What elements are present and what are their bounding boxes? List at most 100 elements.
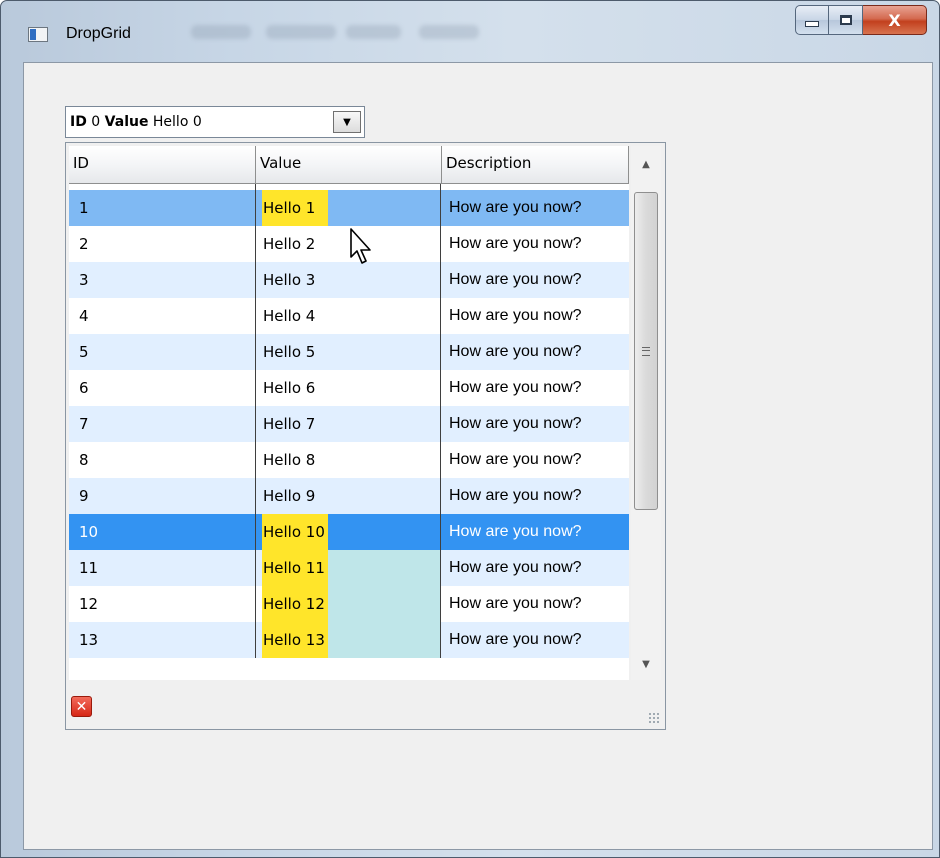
combo-selected-text: ID 0 Value Hello 0	[70, 114, 202, 130]
table-row[interactable]: 10 Hello 10 How are you now?	[69, 514, 629, 550]
combo-id-value: 0	[91, 114, 101, 130]
cell-value[interactable]: Hello 3	[255, 262, 441, 298]
scroll-down-button[interactable]: ▼	[631, 646, 661, 682]
cell-description[interactable]: How are you now?	[441, 406, 629, 442]
title-bar[interactable]: DropGrid X	[1, 1, 939, 61]
table-row[interactable]: 6 Hello 6 How are you now?	[69, 370, 629, 406]
cell-value[interactable]: Hello 10	[255, 514, 441, 550]
maximize-icon	[839, 15, 852, 25]
cell-description[interactable]: How are you now?	[441, 478, 629, 514]
cell-description[interactable]: How are you now?	[441, 370, 629, 406]
cell-value[interactable]: Hello 6	[255, 370, 441, 406]
cell-value[interactable]: Hello 7	[255, 406, 441, 442]
cell-value-text: Hello 8	[263, 451, 316, 469]
table-row[interactable]: 13 Hello 13 How are you now?	[69, 622, 629, 658]
cell-value-text: Hello 12	[263, 595, 325, 613]
cell-value-text: Hello 13	[263, 631, 325, 649]
column-header-id[interactable]: ID	[69, 146, 256, 183]
cell-value[interactable]: Hello 11	[255, 550, 441, 586]
cell-description[interactable]: How are you now?	[441, 550, 629, 586]
cell-value[interactable]: Hello 5	[255, 334, 441, 370]
table-row[interactable]: 1 Hello 1 How are you now?	[69, 190, 629, 226]
cell-id[interactable]: 3	[69, 262, 255, 298]
app-window: DropGrid X ID 0 Value Hello 0 ▼ 1 Hello …	[0, 0, 940, 858]
cell-id[interactable]: 4	[69, 298, 255, 334]
table-row[interactable]: 4 Hello 4 How are you now?	[69, 298, 629, 334]
minimize-icon	[805, 21, 819, 27]
grip-icon	[642, 346, 650, 356]
cell-value[interactable]: Hello 2	[255, 226, 441, 262]
cell-value[interactable]: Hello 4	[255, 298, 441, 334]
close-button[interactable]: X	[863, 5, 927, 35]
cell-value-text: Hello 3	[263, 271, 316, 289]
cell-value-text: Hello 7	[263, 415, 316, 433]
cell-value[interactable]: Hello 12	[255, 586, 441, 622]
cell-description[interactable]: How are you now?	[441, 442, 629, 478]
vertical-scrollbar[interactable]: ▲ ▼	[631, 146, 661, 680]
cell-id[interactable]: 6	[69, 370, 255, 406]
app-icon	[28, 27, 48, 42]
cell-description[interactable]: How are you now?	[441, 190, 629, 226]
scroll-up-button[interactable]: ▲	[631, 146, 661, 182]
cell-id[interactable]: 13	[69, 622, 255, 658]
cell-id[interactable]: 7	[69, 406, 255, 442]
cell-description[interactable]: How are you now?	[441, 586, 629, 622]
combo-id-label: ID	[70, 114, 87, 130]
cell-value-text: Hello 2	[263, 235, 316, 253]
cell-value-text: Hello 5	[263, 343, 316, 361]
grid-footer: ✕	[66, 683, 665, 729]
cell-description[interactable]: How are you now?	[441, 514, 629, 550]
cell-value[interactable]: Hello 9	[255, 478, 441, 514]
cell-value-text: Hello 10	[263, 523, 325, 541]
cell-id[interactable]: 10	[69, 514, 255, 550]
table-row[interactable]: 7 Hello 7 How are you now?	[69, 406, 629, 442]
cell-value-text: Hello 9	[263, 487, 316, 505]
delete-icon: ✕	[75, 698, 88, 715]
scroll-down-icon: ▼	[642, 658, 650, 670]
maximize-button[interactable]	[829, 5, 863, 35]
combo-value-label: Value	[104, 114, 149, 130]
background-blur	[419, 25, 479, 39]
table-row[interactable]: 12 Hello 12 How are you now?	[69, 586, 629, 622]
cell-value-text: Hello 6	[263, 379, 316, 397]
delete-button[interactable]: ✕	[71, 696, 92, 717]
background-blur	[191, 25, 251, 39]
scrollbar-thumb[interactable]	[634, 192, 658, 510]
table-row[interactable]: 8 Hello 8 How are you now?	[69, 442, 629, 478]
cell-description[interactable]: How are you now?	[441, 334, 629, 370]
window-controls: X	[795, 5, 927, 35]
mouse-cursor-icon	[350, 228, 371, 264]
background-blur	[266, 25, 336, 39]
grid-header: ID Value Description	[69, 146, 629, 184]
scroll-up-icon: ▲	[642, 158, 650, 170]
cell-value[interactable]: Hello 1	[255, 190, 441, 226]
cell-description[interactable]: How are you now?	[441, 262, 629, 298]
cell-id[interactable]: 12	[69, 586, 255, 622]
cell-description[interactable]: How are you now?	[441, 226, 629, 262]
table-row[interactable]: 11 Hello 11 How are you now?	[69, 550, 629, 586]
column-header-value[interactable]: Value	[256, 146, 442, 183]
minimize-button[interactable]	[795, 5, 829, 35]
cell-description[interactable]: How are you now?	[441, 622, 629, 658]
cell-value-text: Hello 11	[263, 559, 325, 577]
cell-id[interactable]: 9	[69, 478, 255, 514]
table-row[interactable]: 9 Hello 9 How are you now?	[69, 478, 629, 514]
chevron-down-icon: ▼	[343, 116, 351, 128]
cell-description[interactable]: How are you now?	[441, 298, 629, 334]
cell-id[interactable]: 5	[69, 334, 255, 370]
cell-value[interactable]: Hello 8	[255, 442, 441, 478]
close-icon: X	[888, 10, 901, 30]
cell-value-text: Hello 1	[263, 199, 316, 217]
drop-grid-combo[interactable]: ID 0 Value Hello 0 ▼	[65, 106, 365, 138]
cell-id[interactable]: 2	[69, 226, 255, 262]
cell-value[interactable]: Hello 13	[255, 622, 441, 658]
resize-grip-icon[interactable]	[648, 712, 660, 724]
cell-id[interactable]: 1	[69, 190, 255, 226]
cell-value-text: Hello 4	[263, 307, 316, 325]
combo-dropdown-button[interactable]: ▼	[333, 111, 361, 133]
cell-id[interactable]: 8	[69, 442, 255, 478]
combo-value-value: Hello 0	[152, 114, 202, 130]
column-header-description[interactable]: Description	[442, 146, 629, 183]
cell-id[interactable]: 11	[69, 550, 255, 586]
table-row[interactable]: 5 Hello 5 How are you now?	[69, 334, 629, 370]
